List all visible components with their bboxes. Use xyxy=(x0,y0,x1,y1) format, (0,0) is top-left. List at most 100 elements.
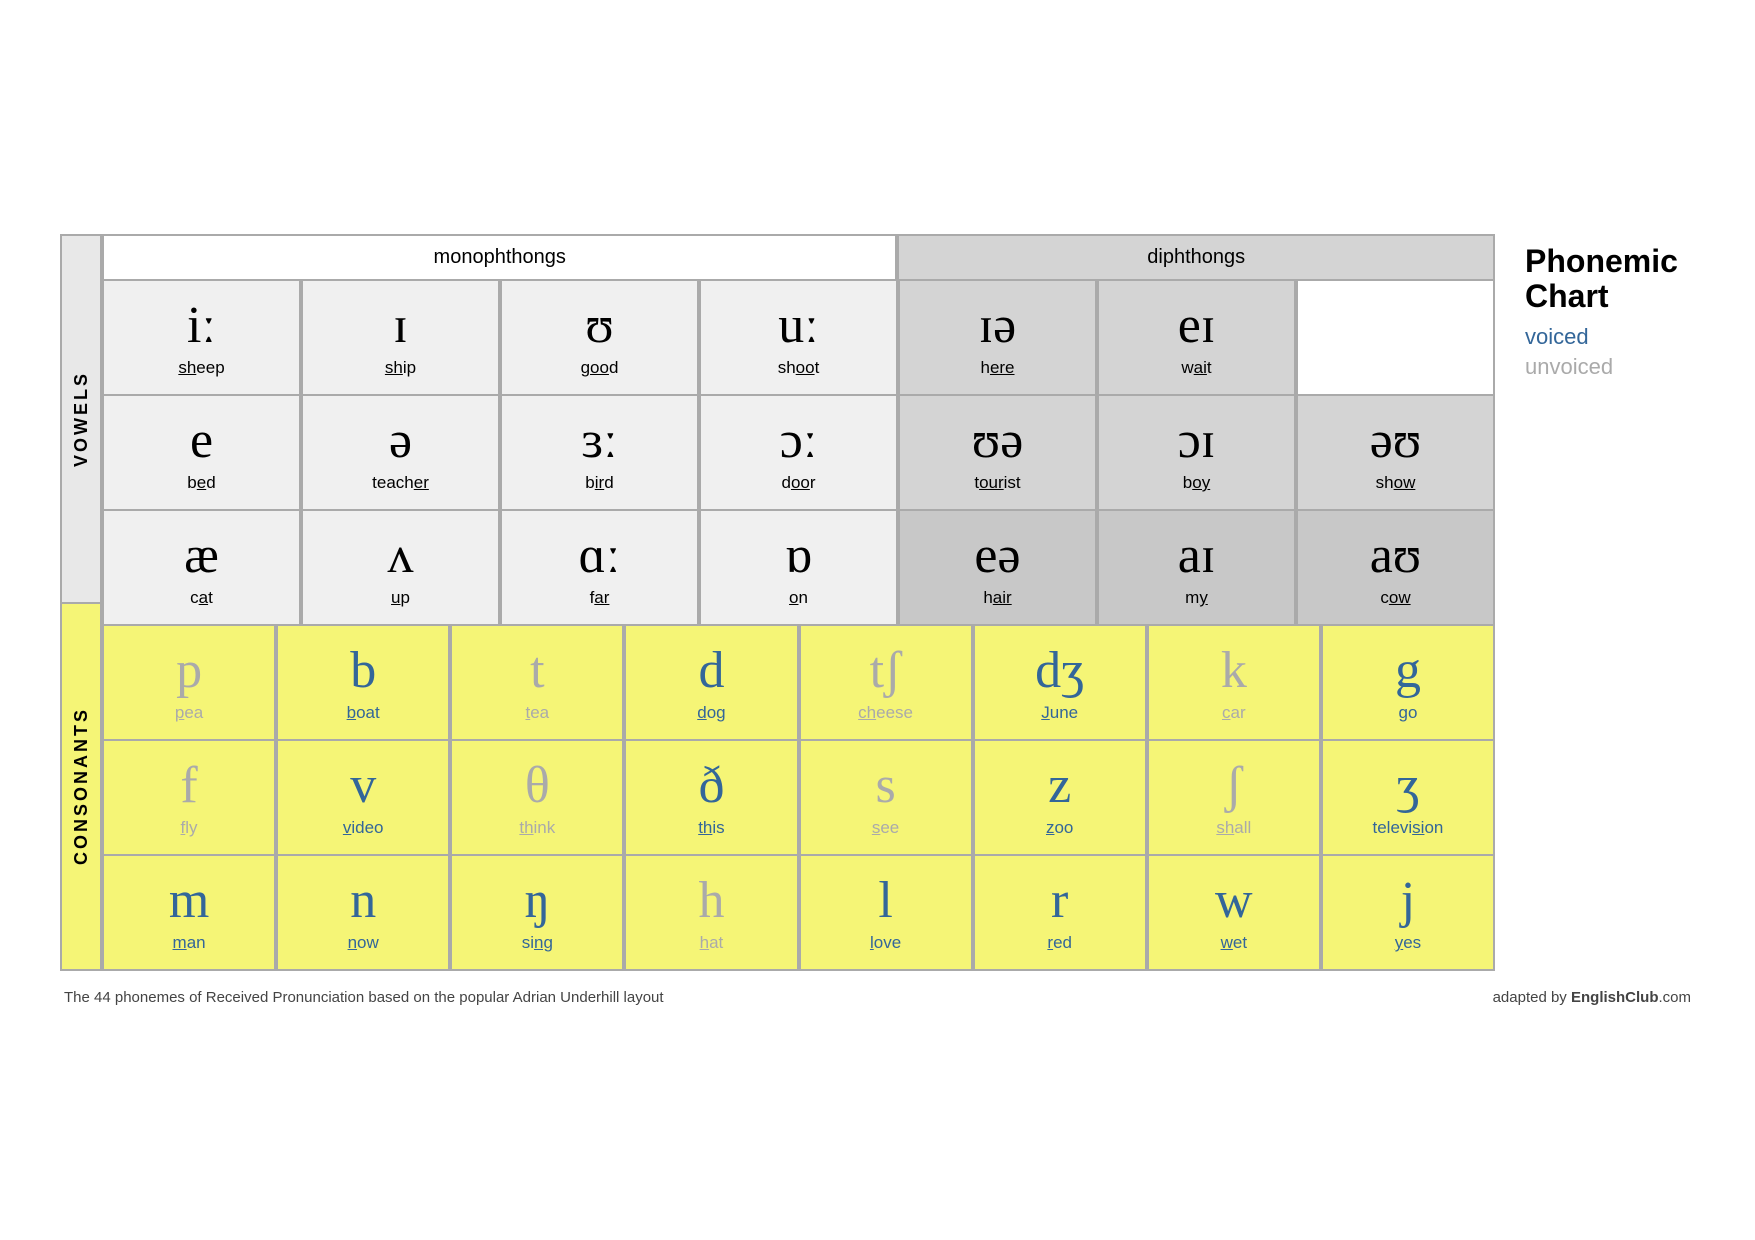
main-container: VOWELS CONSONANTS monophthongs diphthong… xyxy=(60,234,1695,971)
side-labels: VOWELS CONSONANTS xyxy=(60,234,102,971)
vowel-empty-cell xyxy=(1296,281,1495,396)
footer-credit: adapted by EnglishClub.com xyxy=(1493,989,1691,1006)
vowel-cell-0-5: eɪwait xyxy=(1097,281,1296,396)
consonant-row-1: fflyvvideoθthinkðthissseezzooʃshallʒtele… xyxy=(102,741,1495,856)
consonant-row-0: ppeabboattteaddogtʃcheesedʒJunekcarggo xyxy=(102,626,1495,741)
chart-title: Phonemic Chart xyxy=(1525,244,1678,314)
consonant-cell-2-0: m man xyxy=(102,856,276,971)
phoneme-symbol: ɪə xyxy=(979,297,1017,354)
consonant-cell-1-6: ʃshall xyxy=(1147,741,1321,856)
phoneme-symbol: ʊ xyxy=(585,297,614,354)
phoneme-symbol: aɪ xyxy=(1178,527,1216,584)
phoneme-symbol: ɔɪ xyxy=(1178,412,1216,469)
phoneme-symbol: n xyxy=(350,872,376,929)
vowel-cell-0-1: ɪship xyxy=(301,281,500,396)
phoneme-word: up xyxy=(391,588,410,608)
vowel-cell-2-2: ɑːfar xyxy=(500,511,699,626)
vowel-cell-1-2: ɜː bird xyxy=(500,396,699,511)
legend-voiced: voiced xyxy=(1525,324,1589,350)
phoneme-word: wet xyxy=(1221,933,1247,953)
phoneme-symbol: p xyxy=(176,642,202,699)
legend-panel: Phonemic Chart voiced unvoiced xyxy=(1495,234,1695,380)
header-row: monophthongs diphthongs xyxy=(102,234,1495,281)
consonant-cell-0-6: kcar xyxy=(1147,626,1321,741)
consonant-cell-0-5: dʒ June xyxy=(973,626,1147,741)
phoneme-symbol: iː xyxy=(187,297,216,354)
phoneme-word: hat xyxy=(700,933,724,953)
consonant-cell-1-2: θthink xyxy=(450,741,624,856)
vowel-cell-2-6: aʊcow xyxy=(1296,511,1495,626)
phoneme-word: man xyxy=(173,933,206,953)
vowel-cell-1-1: ə teacher xyxy=(301,396,500,511)
vowel-cell-0-0: iːsheep xyxy=(102,281,301,396)
phoneme-word: cheese xyxy=(858,703,913,723)
phoneme-symbol: ŋ xyxy=(524,872,550,929)
consonant-cell-1-1: v video xyxy=(276,741,450,856)
vowel-row-1: ebedəteacherɜːbirdɔːdoorʊətouristɔɪboyəʊ… xyxy=(102,396,1495,511)
phoneme-symbol: ʊə xyxy=(972,412,1024,469)
phoneme-word: tea xyxy=(525,703,549,723)
phoneme-word: teacher xyxy=(372,473,429,493)
phoneme-symbol: b xyxy=(350,642,376,699)
legend-unvoiced: unvoiced xyxy=(1525,354,1613,380)
phoneme-word: yes xyxy=(1395,933,1421,953)
phoneme-symbol: l xyxy=(878,872,892,929)
phoneme-symbol: æ xyxy=(184,527,219,584)
vowel-cell-2-3: ɒon xyxy=(699,511,898,626)
consonant-cell-0-1: bboat xyxy=(276,626,450,741)
consonant-cell-1-7: ʒ television xyxy=(1321,741,1495,856)
phoneme-symbol: ð xyxy=(698,757,724,814)
phoneme-symbol: eɪ xyxy=(1178,297,1216,354)
consonant-cell-2-2: ŋsing xyxy=(450,856,624,971)
consonant-cell-1-0: ffly xyxy=(102,741,276,856)
vowel-row-2: æ cat ʌ up ɑːfarɒoneəhair aɪ my aʊcow xyxy=(102,511,1495,626)
vowel-cell-2-1: ʌ up xyxy=(301,511,500,626)
phoneme-symbol: ɔː xyxy=(780,412,818,469)
phoneme-symbol: j xyxy=(1401,872,1415,929)
vowel-row-0: iːsheepɪship ʊ good uː shoot ɪə here eɪwait xyxy=(102,281,1495,396)
phoneme-symbol: tʃ xyxy=(870,642,902,699)
vowel-cell-2-4: eəhair xyxy=(898,511,1097,626)
vowel-cell-2-0: æ cat xyxy=(102,511,301,626)
chart-wrapper: VOWELS CONSONANTS monophthongs diphthong… xyxy=(60,234,1495,971)
grid-container: monophthongs diphthongs iːsheepɪship ʊ goo… xyxy=(102,234,1495,971)
phoneme-word: boy xyxy=(1183,473,1210,493)
phoneme-symbol: m xyxy=(169,872,209,929)
phoneme-symbol: h xyxy=(698,872,724,929)
phoneme-symbol: v xyxy=(350,757,376,814)
phoneme-word: red xyxy=(1047,933,1072,953)
phoneme-symbol: ɜː xyxy=(581,412,617,469)
consonant-cell-0-3: ddog xyxy=(624,626,798,741)
phoneme-symbol: dʒ xyxy=(1035,642,1084,699)
header-monophthongs: monophthongs xyxy=(102,234,897,281)
phoneme-symbol: ə xyxy=(389,412,412,469)
phoneme-symbol: ʌ xyxy=(388,527,414,584)
consonant-cell-0-4: tʃ cheese xyxy=(799,626,973,741)
phoneme-symbol: g xyxy=(1395,642,1421,699)
phoneme-symbol: uː xyxy=(778,297,818,354)
consonant-cell-2-6: w wet xyxy=(1147,856,1321,971)
vowel-rows: iːsheepɪshipʊgooduːshootɪəhereeɪwaitebed… xyxy=(102,281,1495,626)
phoneme-word: here xyxy=(980,358,1014,378)
phoneme-word: cat xyxy=(190,588,213,608)
phoneme-word: television xyxy=(1372,818,1443,838)
phoneme-symbol: w xyxy=(1215,872,1253,929)
vowel-cell-1-6: əʊshow xyxy=(1296,396,1495,511)
phoneme-word: this xyxy=(698,818,724,838)
consonant-cell-2-1: nnow xyxy=(276,856,450,971)
consonant-cell-2-5: r red xyxy=(973,856,1147,971)
phoneme-symbol: t xyxy=(530,642,544,699)
phoneme-symbol: ʒ xyxy=(1396,757,1419,814)
phoneme-word: shoot xyxy=(778,358,820,378)
phoneme-word: ship xyxy=(385,358,416,378)
phoneme-word: good xyxy=(581,358,619,378)
phoneme-symbol: f xyxy=(180,757,197,814)
phoneme-word: June xyxy=(1041,703,1078,723)
vowel-cell-0-2: ʊ good xyxy=(500,281,699,396)
phoneme-word: video xyxy=(343,818,384,838)
phoneme-word: my xyxy=(1185,588,1208,608)
phoneme-symbol: r xyxy=(1051,872,1068,929)
phoneme-word: bird xyxy=(585,473,613,493)
phoneme-symbol: θ xyxy=(525,757,550,814)
phoneme-word: tourist xyxy=(974,473,1020,493)
